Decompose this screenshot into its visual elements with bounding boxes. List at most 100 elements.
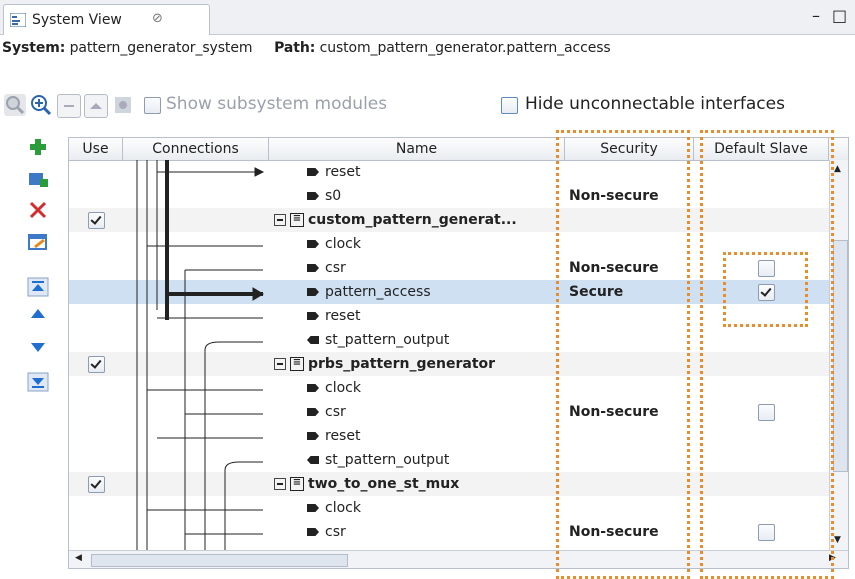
column-header-connections[interactable]: Connections bbox=[123, 138, 269, 160]
use-checkbox[interactable] bbox=[88, 212, 105, 229]
row-name-text: pattern_access bbox=[325, 284, 431, 300]
minimize-button[interactable]: – bbox=[812, 6, 820, 25]
collapse-icon[interactable] bbox=[57, 94, 81, 118]
scroll-down-arrow[interactable]: ▼ bbox=[834, 535, 841, 545]
path-label: Path: bbox=[274, 40, 316, 56]
column-header-security[interactable]: Security bbox=[565, 138, 694, 160]
input-port-icon bbox=[307, 384, 319, 392]
vertical-scrollbar[interactable]: ▲ ▼ bbox=[829, 160, 848, 550]
move-down-icon[interactable] bbox=[27, 337, 49, 357]
row-name: ≡ two_to_one_st_mux bbox=[274, 472, 459, 496]
filter-icon[interactable] bbox=[112, 94, 134, 116]
use-checkbox[interactable] bbox=[88, 476, 105, 493]
row-name: reset bbox=[307, 304, 360, 328]
output-port-icon bbox=[307, 336, 319, 344]
expand-up-icon[interactable] bbox=[84, 94, 108, 118]
scroll-up-arrow[interactable]: ▲ bbox=[834, 164, 841, 174]
column-header-name[interactable]: Name bbox=[269, 138, 565, 160]
input-port-icon bbox=[307, 504, 319, 512]
move-bottom-icon[interactable] bbox=[27, 372, 49, 392]
input-port-icon bbox=[307, 168, 319, 176]
module-icon: ≡ bbox=[290, 477, 304, 491]
remove-icon[interactable] bbox=[27, 200, 49, 220]
input-port-icon bbox=[307, 528, 319, 536]
scroll-right-arrow[interactable]: ▶ bbox=[829, 553, 836, 563]
row-name-text: csr bbox=[325, 524, 346, 540]
row-name-text: custom_pattern_generat... bbox=[308, 212, 517, 228]
zoom-out-icon[interactable] bbox=[4, 94, 26, 116]
vertical-scroll-thumb[interactable] bbox=[833, 240, 848, 472]
connections-graph bbox=[136, 160, 265, 550]
row-name-text: reset bbox=[325, 308, 361, 324]
add-module-icon[interactable] bbox=[27, 169, 49, 189]
system-label: System: bbox=[2, 40, 66, 56]
hide-unconnectable-checkbox[interactable] bbox=[501, 97, 518, 114]
collapse-icon[interactable] bbox=[274, 358, 286, 370]
add-icon[interactable] bbox=[27, 137, 49, 157]
input-port-icon bbox=[307, 192, 319, 200]
security-value[interactable]: Non-secure bbox=[569, 184, 659, 208]
default-slave-checkbox[interactable] bbox=[758, 524, 775, 541]
row-name: clock bbox=[307, 376, 361, 400]
default-slave-checkbox[interactable] bbox=[758, 404, 775, 421]
maximize-button[interactable]: □ bbox=[832, 6, 847, 25]
row-name-text: csr bbox=[325, 260, 346, 276]
output-port-icon bbox=[307, 456, 319, 464]
security-value[interactable]: Non-secure bbox=[569, 400, 659, 424]
row-name: ≡ custom_pattern_generat... bbox=[274, 208, 517, 232]
move-top-icon[interactable] bbox=[27, 277, 49, 297]
row-name: clock bbox=[307, 232, 361, 256]
input-port-icon bbox=[307, 432, 319, 440]
zoom-in-icon[interactable] bbox=[30, 94, 52, 116]
input-port-icon bbox=[307, 408, 319, 416]
path-value: custom_pattern_generator.pattern_access bbox=[319, 40, 611, 56]
row-name: st_pattern_output bbox=[307, 328, 449, 352]
security-value[interactable]: Secure bbox=[569, 280, 623, 304]
system-path-line: System: pattern_generator_system Path: c… bbox=[2, 40, 611, 56]
show-subsystem-label: Show subsystem modules bbox=[166, 94, 388, 114]
row-name: reset bbox=[307, 160, 360, 184]
horizontal-scroll-thumb[interactable] bbox=[91, 554, 348, 567]
row-name-text: reset bbox=[325, 428, 361, 444]
move-up-icon[interactable] bbox=[27, 304, 49, 324]
input-port-icon bbox=[307, 312, 319, 320]
use-checkbox[interactable] bbox=[88, 356, 105, 373]
input-port-icon bbox=[307, 264, 319, 272]
module-icon: ≡ bbox=[290, 357, 304, 371]
column-header-default-slave[interactable]: Default Slave bbox=[694, 138, 829, 160]
row-name: csr bbox=[307, 256, 346, 280]
system-view-icon bbox=[10, 13, 26, 27]
show-subsystem-checkbox[interactable] bbox=[144, 97, 161, 114]
default-slave-checkbox[interactable] bbox=[758, 260, 775, 277]
row-name-text: st_pattern_output bbox=[325, 332, 450, 348]
row-name-text: two_to_one_st_mux bbox=[308, 476, 460, 492]
row-name: s0 bbox=[307, 184, 341, 208]
row-name-text: prbs_pattern_generator bbox=[308, 356, 496, 372]
default-slave-checkbox[interactable] bbox=[758, 284, 775, 301]
row-name: pattern_access bbox=[307, 280, 431, 304]
collapse-icon[interactable] bbox=[274, 478, 286, 490]
input-port-icon bbox=[307, 288, 319, 296]
tab-title: System View bbox=[32, 12, 122, 28]
edit-icon[interactable] bbox=[27, 232, 49, 252]
security-value[interactable]: Non-secure bbox=[569, 256, 659, 280]
close-tab-icon[interactable]: ⊘ bbox=[152, 11, 163, 26]
tab-system-view[interactable]: System View ⊘ bbox=[3, 4, 210, 35]
row-name-text: clock bbox=[325, 380, 361, 396]
row-name: csr bbox=[307, 520, 346, 544]
row-name: csr bbox=[307, 400, 346, 424]
column-header-use[interactable]: Use bbox=[69, 138, 123, 160]
row-name-text: reset bbox=[325, 164, 361, 180]
row-name-text: csr bbox=[325, 404, 346, 420]
row-name-text: s0 bbox=[325, 188, 342, 204]
row-name: clock bbox=[307, 496, 361, 520]
scroll-left-arrow[interactable]: ◀ bbox=[75, 553, 82, 563]
collapse-icon[interactable] bbox=[274, 214, 286, 226]
security-value[interactable]: Non-secure bbox=[569, 520, 659, 544]
row-name-text: clock bbox=[325, 500, 361, 516]
horizontal-scrollbar[interactable]: ◀ ▶ bbox=[69, 550, 848, 568]
tab-bar: System View ⊘ – □ bbox=[0, 0, 855, 35]
row-name: reset bbox=[307, 424, 360, 448]
row-name: st_pattern_output bbox=[307, 448, 449, 472]
row-name-text: st_pattern_output bbox=[325, 452, 450, 468]
